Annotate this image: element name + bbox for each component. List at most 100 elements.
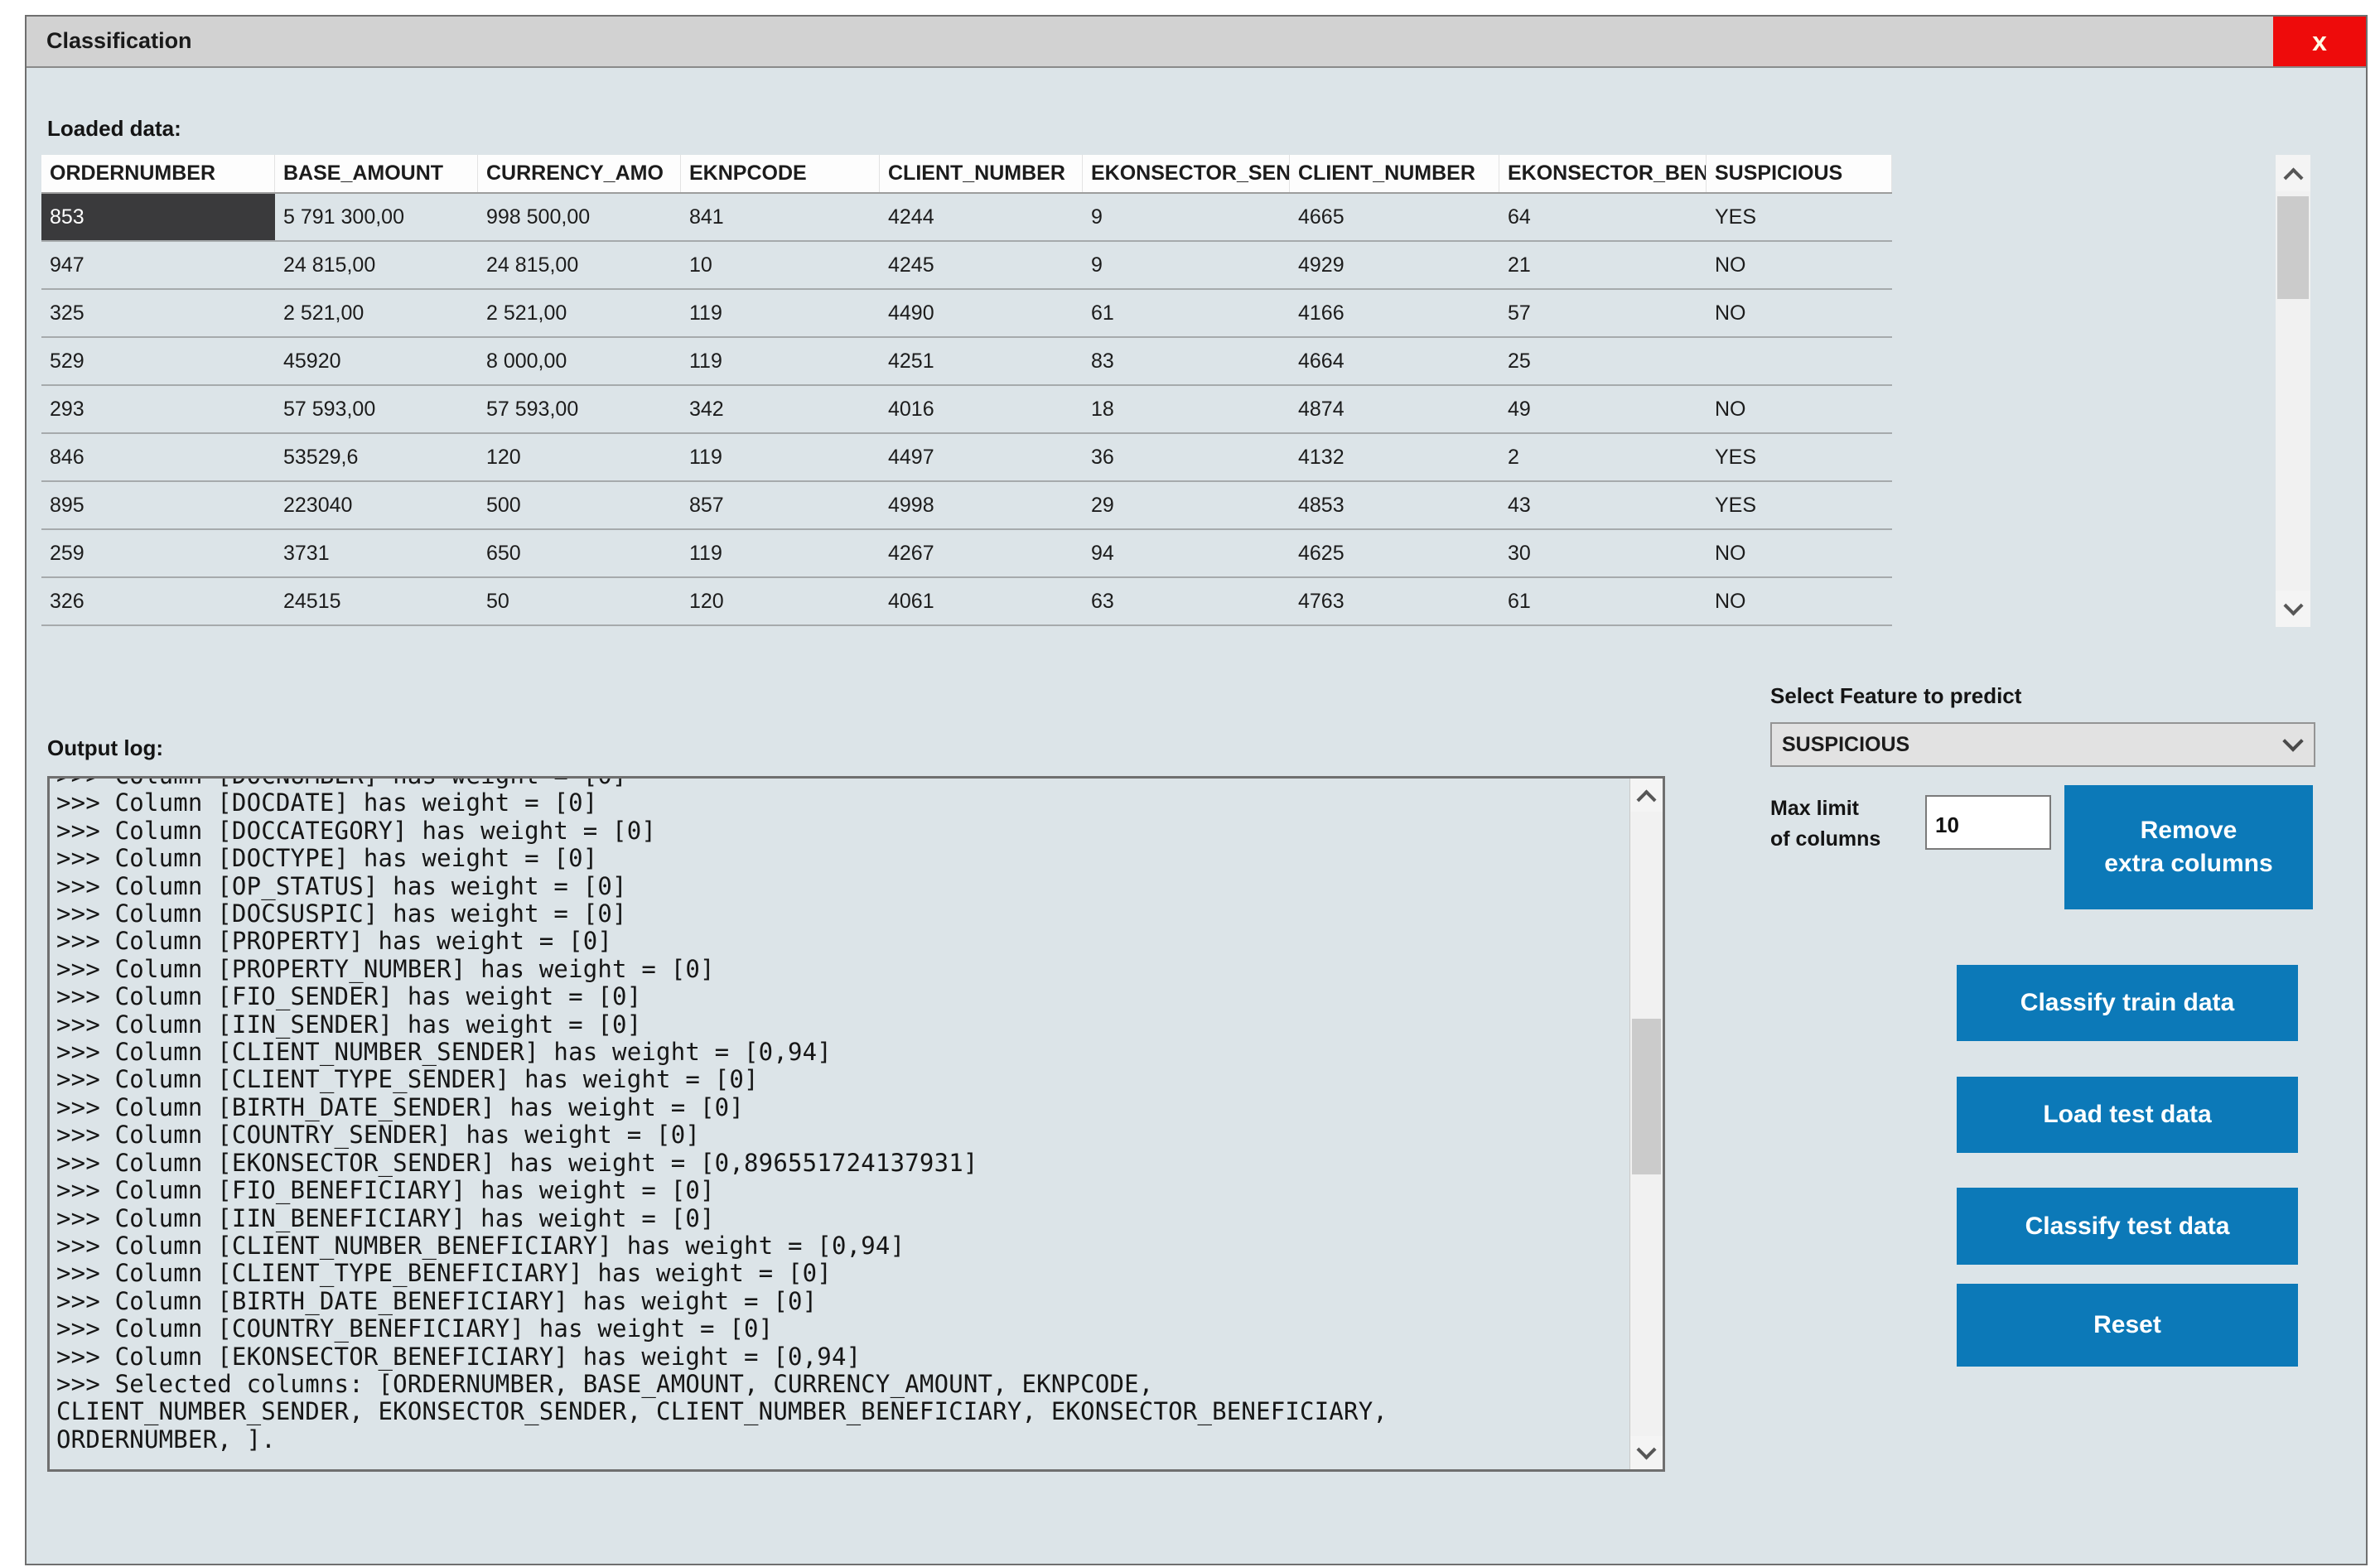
table-cell[interactable]: 2 521,00 <box>478 290 681 336</box>
table-cell[interactable]: 4061 <box>880 578 1083 624</box>
table-cell[interactable]: 83 <box>1083 338 1290 384</box>
table-cell[interactable]: 18 <box>1083 386 1290 432</box>
table-cell[interactable]: NO <box>1707 242 1892 288</box>
table-cell[interactable]: 25 <box>1499 338 1707 384</box>
table-cell[interactable] <box>1707 338 1892 384</box>
table-cell[interactable]: 119 <box>681 338 880 384</box>
table-scrollbar[interactable] <box>2276 155 2310 627</box>
table-cell[interactable]: 2 521,00 <box>275 290 478 336</box>
log-scrollbar[interactable] <box>1629 779 1663 1469</box>
close-button[interactable]: x <box>2273 17 2366 66</box>
table-cell[interactable]: 57 593,00 <box>275 386 478 432</box>
table-cell[interactable]: 342 <box>681 386 880 432</box>
table-cell[interactable]: 4490 <box>880 290 1083 336</box>
table-cell[interactable]: YES <box>1707 194 1892 240</box>
table-cell[interactable]: 4166 <box>1290 290 1499 336</box>
column-header[interactable]: CLIENT_NUMBER <box>1290 155 1499 192</box>
title-bar[interactable]: Classification x <box>27 17 2366 68</box>
table-cell[interactable]: 57 <box>1499 290 1707 336</box>
table-cell[interactable]: 45920 <box>275 338 478 384</box>
output-log-box[interactable]: >>> Column [DOCNUMBER] has weight = [0]>… <box>47 776 1665 1472</box>
column-header[interactable]: EKONSECTOR_BEN <box>1499 155 1707 192</box>
table-cell[interactable]: 5 791 300,00 <box>275 194 478 240</box>
table-cell[interactable]: 53529,6 <box>275 434 478 480</box>
feature-dropdown[interactable]: SUSPICIOUS <box>1770 722 2315 767</box>
table-cell[interactable]: 61 <box>1499 578 1707 624</box>
classify-train-data-button[interactable]: Classify train data <box>1957 965 2298 1041</box>
table-cell[interactable]: 650 <box>478 530 681 576</box>
table-cell[interactable]: 259 <box>41 530 275 576</box>
table-cell[interactable]: 853 <box>41 194 275 240</box>
table-cell[interactable]: 4874 <box>1290 386 1499 432</box>
table-cell[interactable]: 94 <box>1083 530 1290 576</box>
table-cell[interactable]: 50 <box>478 578 681 624</box>
table-cell[interactable]: 24 815,00 <box>478 242 681 288</box>
table-cell[interactable]: 49 <box>1499 386 1707 432</box>
table-cell[interactable]: 4929 <box>1290 242 1499 288</box>
table-cell[interactable]: 4763 <box>1290 578 1499 624</box>
table-cell[interactable]: 325 <box>41 290 275 336</box>
table-scroll-up-button[interactable] <box>2276 155 2310 191</box>
table-cell[interactable]: 4497 <box>880 434 1083 480</box>
table-cell[interactable]: 4016 <box>880 386 1083 432</box>
table-cell[interactable]: 63 <box>1083 578 1290 624</box>
table-cell[interactable]: 3731 <box>275 530 478 576</box>
table-cell[interactable]: 9 <box>1083 194 1290 240</box>
table-cell[interactable]: 326 <box>41 578 275 624</box>
table-cell[interactable]: 61 <box>1083 290 1290 336</box>
classify-test-data-button[interactable]: Classify test data <box>1957 1188 2298 1265</box>
remove-extra-columns-button[interactable]: Remove extra columns <box>2064 785 2313 909</box>
table-cell[interactable]: 4625 <box>1290 530 1499 576</box>
log-scroll-down-button[interactable] <box>1630 1436 1663 1469</box>
table-cell[interactable]: 119 <box>681 290 880 336</box>
table-cell[interactable]: 2 <box>1499 434 1707 480</box>
table-scroll-down-button[interactable] <box>2276 591 2310 627</box>
log-scroll-up-button[interactable] <box>1630 779 1663 812</box>
table-cell[interactable]: 4132 <box>1290 434 1499 480</box>
table-cell[interactable]: 998 500,00 <box>478 194 681 240</box>
table-cell[interactable]: 4664 <box>1290 338 1499 384</box>
table-cell[interactable]: 119 <box>681 434 880 480</box>
table-cell[interactable]: NO <box>1707 530 1892 576</box>
load-test-data-button[interactable]: Load test data <box>1957 1077 2298 1153</box>
table-cell[interactable]: YES <box>1707 482 1892 528</box>
table-cell[interactable]: 529 <box>41 338 275 384</box>
column-header[interactable]: SUSPICIOUS <box>1707 155 1892 192</box>
table-cell[interactable]: 21 <box>1499 242 1707 288</box>
table-cell[interactable]: 64 <box>1499 194 1707 240</box>
table-cell[interactable]: 36 <box>1083 434 1290 480</box>
column-header[interactable]: ORDERNUMBER <box>41 155 275 192</box>
table-cell[interactable]: 947 <box>41 242 275 288</box>
table-cell[interactable]: 9 <box>1083 242 1290 288</box>
table-cell[interactable]: NO <box>1707 290 1892 336</box>
table-cell[interactable]: YES <box>1707 434 1892 480</box>
table-cell[interactable]: 4244 <box>880 194 1083 240</box>
table-scrollbar-thumb[interactable] <box>2277 196 2309 299</box>
table-cell[interactable]: 4267 <box>880 530 1083 576</box>
table-cell[interactable]: 30 <box>1499 530 1707 576</box>
table-cell[interactable]: 29 <box>1083 482 1290 528</box>
table-cell[interactable]: 120 <box>478 434 681 480</box>
table-cell[interactable]: 4665 <box>1290 194 1499 240</box>
column-header[interactable]: BASE_AMOUNT <box>275 155 478 192</box>
table-cell[interactable]: 120 <box>681 578 880 624</box>
table-cell[interactable]: 24 815,00 <box>275 242 478 288</box>
table-cell[interactable]: 895 <box>41 482 275 528</box>
log-scrollbar-thumb[interactable] <box>1632 1019 1661 1174</box>
table-cell[interactable]: 841 <box>681 194 880 240</box>
table-cell[interactable]: NO <box>1707 578 1892 624</box>
column-header[interactable]: CLIENT_NUMBER <box>880 155 1083 192</box>
table-cell[interactable]: 846 <box>41 434 275 480</box>
column-header[interactable]: EKNPCODE <box>681 155 880 192</box>
table-cell[interactable]: 500 <box>478 482 681 528</box>
reset-button[interactable]: Reset <box>1957 1284 2298 1367</box>
table-cell[interactable]: 43 <box>1499 482 1707 528</box>
table-cell[interactable]: 4853 <box>1290 482 1499 528</box>
table-cell[interactable]: 293 <box>41 386 275 432</box>
table-cell[interactable]: 4245 <box>880 242 1083 288</box>
table-cell[interactable]: 4998 <box>880 482 1083 528</box>
table-cell[interactable]: NO <box>1707 386 1892 432</box>
table-cell[interactable]: 8 000,00 <box>478 338 681 384</box>
table-cell[interactable]: 857 <box>681 482 880 528</box>
table-cell[interactable]: 4251 <box>880 338 1083 384</box>
